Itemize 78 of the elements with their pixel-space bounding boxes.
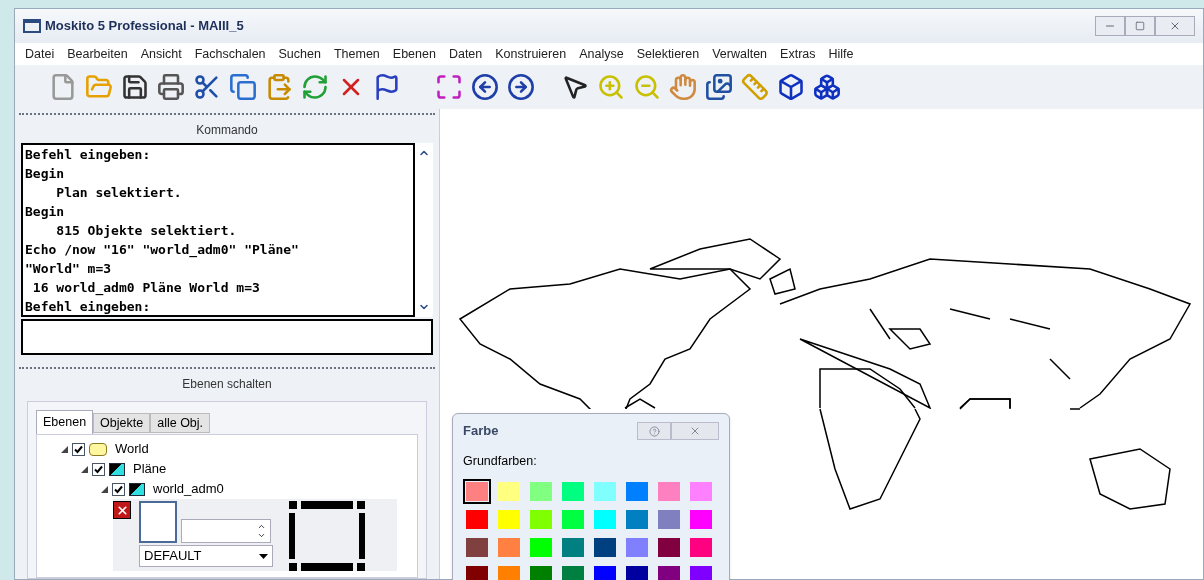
maximize-button[interactable] bbox=[1125, 16, 1155, 36]
zoom-out-icon bbox=[633, 73, 661, 101]
menu-item[interactable]: Analyse bbox=[579, 44, 624, 64]
dialog-title: Farbe bbox=[463, 422, 499, 441]
color-preview[interactable] bbox=[139, 501, 177, 543]
menu-item[interactable]: Konstruieren bbox=[495, 44, 567, 64]
hand-icon bbox=[669, 73, 697, 101]
menu-item[interactable]: Extras bbox=[780, 44, 816, 64]
menu-item[interactable]: Ebenen bbox=[392, 44, 436, 64]
maximize-icon bbox=[1135, 21, 1145, 31]
panel-title: Kommando bbox=[195, 122, 259, 139]
help-icon bbox=[648, 425, 660, 437]
clipboard-icon bbox=[265, 73, 293, 101]
expander-icon[interactable] bbox=[101, 485, 108, 493]
images-icon bbox=[705, 73, 733, 101]
command-line: Echo /now "16" "world_adm0" "Pläne" bbox=[25, 241, 300, 259]
check-mark-icon bbox=[94, 464, 103, 474]
menu-item[interactable]: Bearbeiten bbox=[67, 44, 128, 64]
menu-item[interactable]: Ansicht bbox=[140, 44, 182, 64]
tab[interactable]: alle Obj. bbox=[150, 413, 211, 433]
zoom-forward-icon bbox=[507, 73, 535, 101]
spin-field[interactable] bbox=[181, 519, 271, 543]
copy-icon bbox=[229, 73, 257, 101]
command-line: 16 world_adm0 Pläne World m=3 bbox=[31, 279, 261, 297]
window-icon bbox=[23, 19, 41, 33]
menu-item[interactable]: Fachschalen bbox=[194, 44, 266, 64]
command-line: 815 Objekte selektiert. bbox=[55, 222, 238, 240]
expander-icon[interactable] bbox=[61, 445, 68, 453]
style-dropdown[interactable]: DEFAULT bbox=[139, 545, 273, 567]
command-line: "World" m=3 bbox=[25, 260, 113, 278]
command-line: Plan selektiert. bbox=[55, 184, 183, 202]
menu-item[interactable]: Verwalten bbox=[712, 44, 768, 64]
printer-icon bbox=[157, 73, 185, 101]
scissors-icon bbox=[193, 73, 221, 101]
check-mark-icon bbox=[114, 484, 123, 494]
check-mark-icon bbox=[74, 444, 83, 454]
close-icon bbox=[1169, 20, 1181, 32]
command-line: Begin bbox=[25, 165, 66, 183]
checkbox[interactable] bbox=[92, 462, 105, 476]
folder-icon bbox=[85, 73, 113, 101]
expander-icon[interactable] bbox=[81, 465, 88, 473]
menu-item[interactable]: Datei bbox=[25, 44, 55, 64]
command-input[interactable] bbox=[21, 319, 433, 355]
close-icon bbox=[689, 425, 701, 437]
pointer-icon bbox=[561, 73, 589, 101]
ruler-icon bbox=[741, 73, 769, 101]
folder-icon bbox=[89, 442, 107, 456]
cube-icon bbox=[777, 73, 805, 101]
checkbox[interactable] bbox=[112, 482, 125, 496]
zoom-extents-icon bbox=[435, 73, 463, 101]
tab[interactable]: Objekte bbox=[93, 413, 151, 433]
refresh-icon bbox=[301, 73, 329, 101]
tree-item-label[interactable]: world_adm0 bbox=[153, 479, 224, 499]
dropdown-arrow-icon bbox=[259, 553, 268, 559]
delete-icon[interactable] bbox=[113, 501, 131, 519]
menu-item[interactable]: Hilfe bbox=[828, 44, 854, 64]
checkbox[interactable] bbox=[72, 442, 85, 456]
window-title: Moskito 5 Professional - MAIII_5 bbox=[45, 17, 244, 36]
zoom-in-icon bbox=[597, 73, 625, 101]
zoom-back-icon bbox=[471, 73, 499, 101]
command-line: Begin bbox=[25, 203, 66, 221]
section-label: Grundfarben: bbox=[463, 453, 538, 470]
menu-item[interactable]: Selektieren bbox=[636, 44, 700, 64]
tab[interactable]: Ebenen bbox=[36, 410, 94, 434]
scrollbar[interactable] bbox=[415, 143, 433, 317]
layer-icon bbox=[109, 462, 125, 476]
tree-item-label[interactable]: World bbox=[115, 439, 149, 459]
menu-item[interactable]: Themen bbox=[333, 44, 380, 64]
command-line: Befehl eingeben: bbox=[25, 146, 152, 164]
tree-item-label[interactable]: Pläne bbox=[133, 459, 167, 479]
spinner-icon[interactable] bbox=[257, 522, 266, 540]
layer-icon bbox=[129, 482, 145, 496]
menu-item[interactable]: Daten bbox=[448, 44, 483, 64]
command-line: Befehl eingeben: bbox=[25, 298, 152, 315]
new-file-icon bbox=[49, 73, 77, 101]
panel-title: Ebenen schalten bbox=[181, 376, 273, 393]
menu-item[interactable]: Suchen bbox=[278, 44, 321, 64]
cubes-icon bbox=[813, 73, 841, 101]
